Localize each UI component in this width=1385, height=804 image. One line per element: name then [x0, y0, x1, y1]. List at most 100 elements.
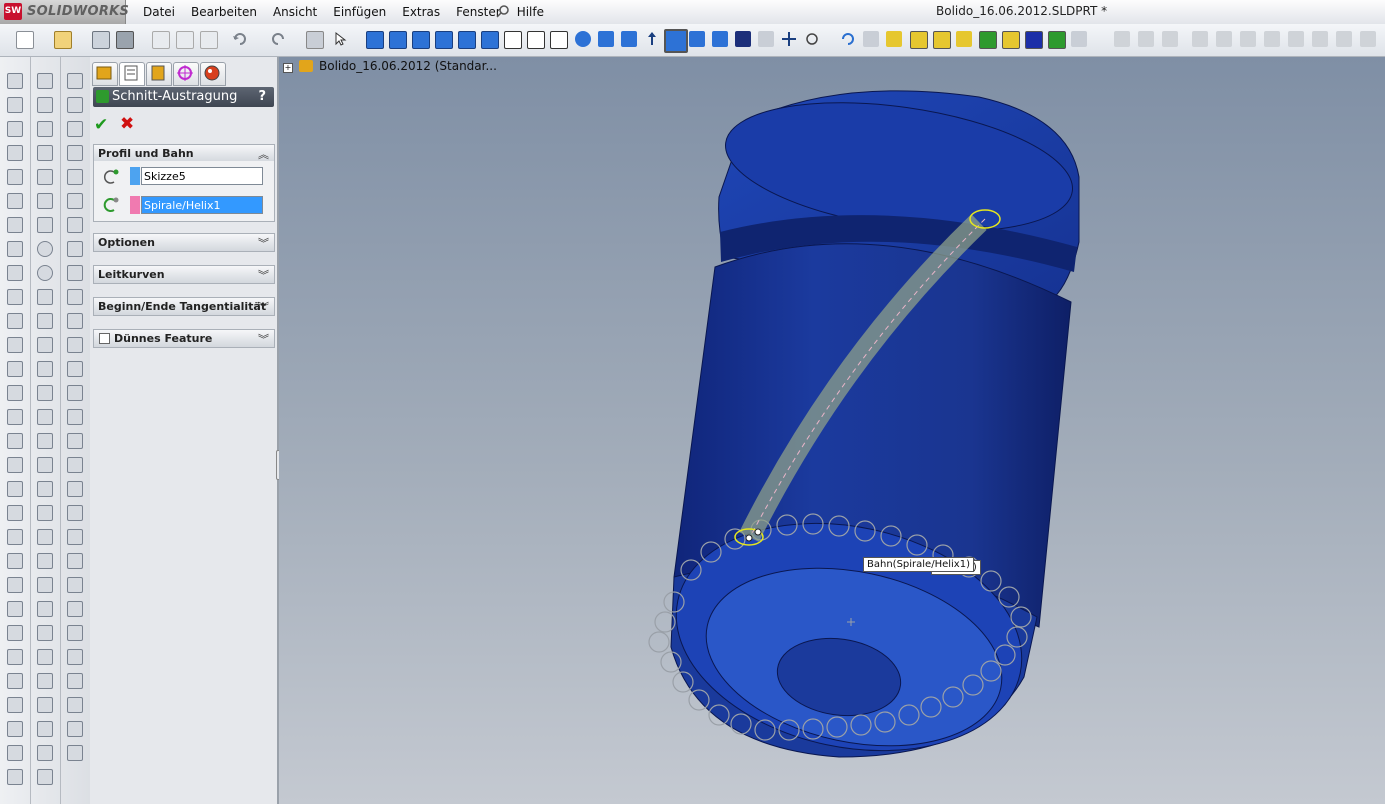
- pattern-icon[interactable]: [1360, 31, 1376, 47]
- feature-tool-icon[interactable]: [67, 337, 83, 353]
- redo-icon[interactable]: [270, 31, 286, 47]
- sketch-pattern-icon[interactable]: [37, 625, 53, 641]
- graphics-viewport[interactable]: + Bolido_16.06.2012 (Standar... Bahn(Spi…: [279, 57, 1385, 804]
- zoom-area-icon[interactable]: [735, 31, 751, 47]
- feature-tool-icon[interactable]: [67, 745, 83, 761]
- select-arrow-icon[interactable]: [332, 31, 348, 47]
- feature-tool-icon[interactable]: [67, 601, 83, 617]
- feature-tool-icon[interactable]: [7, 673, 23, 689]
- feature-tool-icon[interactable]: [67, 697, 83, 713]
- feature-tool-icon[interactable]: [67, 73, 83, 89]
- sketch-tool-icon[interactable]: [37, 745, 53, 761]
- model-render[interactable]: [279, 57, 1385, 804]
- feature-tool-icon[interactable]: [67, 241, 83, 257]
- sketch-tool-icon[interactable]: [37, 601, 53, 617]
- sketch-parallelogram-icon[interactable]: [37, 409, 53, 425]
- feature-tool-icon[interactable]: [7, 169, 23, 185]
- view-lights-icon[interactable]: [1048, 31, 1066, 49]
- feature-tool-icon[interactable]: [7, 577, 23, 593]
- feature-tool-icon[interactable]: [7, 625, 23, 641]
- print-icon[interactable]: [116, 31, 134, 49]
- sketch-arc-icon[interactable]: [37, 289, 53, 305]
- sketch-tool-icon[interactable]: [37, 169, 53, 185]
- pin-menu-icon[interactable]: [496, 4, 510, 18]
- path-selection-field[interactable]: Spirale/Helix1: [141, 196, 263, 214]
- menu-bearbeiten[interactable]: Bearbeiten: [183, 5, 265, 19]
- view-front-icon[interactable]: [366, 31, 384, 49]
- expand-down-icon[interactable]: ︾: [258, 299, 269, 315]
- smart-dimension-icon[interactable]: [886, 31, 902, 47]
- display-shaded-edges-icon[interactable]: [598, 31, 614, 47]
- feature-tool-icon[interactable]: [7, 433, 23, 449]
- view-planes-icon[interactable]: [933, 31, 951, 49]
- thin-feature-checkbox[interactable]: [99, 333, 110, 344]
- sketch-pattern-icon[interactable]: [37, 649, 53, 665]
- feature-tool-icon[interactable]: [7, 241, 23, 257]
- display-shaded-icon[interactable]: [575, 31, 591, 47]
- view-back-icon[interactable]: [389, 31, 407, 49]
- sketch-tool-icon[interactable]: [37, 769, 53, 785]
- expand-down-icon[interactable]: ︾: [258, 267, 269, 283]
- view-axes-icon[interactable]: [910, 31, 928, 49]
- tab-property-manager[interactable]: [119, 62, 145, 86]
- sketch-tool-icon[interactable]: [37, 121, 53, 137]
- dome-icon[interactable]: [1312, 31, 1328, 47]
- sketch-tool-icon[interactable]: [37, 721, 53, 737]
- sketch-spline-icon[interactable]: [37, 337, 53, 353]
- undo-icon[interactable]: [232, 31, 248, 47]
- revolve-icon[interactable]: [1138, 31, 1154, 47]
- view-bottom-icon[interactable]: [481, 31, 499, 49]
- feature-tool-icon[interactable]: [67, 529, 83, 545]
- normal-to-icon[interactable]: [644, 31, 660, 47]
- feature-tool-icon[interactable]: [67, 625, 83, 641]
- sweep-icon[interactable]: [1162, 31, 1178, 47]
- chamfer-icon[interactable]: [1216, 31, 1232, 47]
- feature-tool-icon[interactable]: [67, 97, 83, 113]
- group-tangentialitaet[interactable]: Beginn/Ende Tangentialität ︾: [93, 297, 275, 316]
- feature-tool-icon[interactable]: [7, 337, 23, 353]
- group-duennes-feature[interactable]: Dünnes Feature ︾: [93, 329, 275, 348]
- cancel-button[interactable]: ✖: [120, 114, 134, 134]
- zoom-fit-icon[interactable]: [712, 31, 728, 47]
- mirror-icon[interactable]: [1336, 31, 1352, 47]
- view-curves-icon[interactable]: [979, 31, 997, 49]
- view-sketches-icon[interactable]: [1002, 31, 1020, 49]
- sketch-arc-icon[interactable]: [37, 313, 53, 329]
- feature-tool-icon[interactable]: [67, 553, 83, 569]
- feature-tool-icon[interactable]: [7, 649, 23, 665]
- solidworks-logo[interactable]: SW SOLIDWORKS: [0, 0, 129, 24]
- feature-tool-icon[interactable]: [67, 169, 83, 185]
- sketch-tool-icon[interactable]: [37, 673, 53, 689]
- feature-tool-icon[interactable]: [7, 217, 23, 233]
- ok-button[interactable]: ✔: [94, 115, 108, 135]
- sketch-circle-icon[interactable]: [37, 241, 53, 257]
- feature-tool-icon[interactable]: [67, 433, 83, 449]
- feature-tool-icon[interactable]: [7, 289, 23, 305]
- open-icon[interactable]: [54, 31, 72, 49]
- sketch-slot-icon[interactable]: [37, 433, 53, 449]
- tab-feature-manager[interactable]: [92, 62, 118, 86]
- rebuild-traffic-icon[interactable]: [306, 31, 324, 49]
- feature-tool-icon[interactable]: [7, 745, 23, 761]
- menu-hilfe[interactable]: Hilfe: [509, 5, 552, 19]
- feature-tool-icon[interactable]: [67, 289, 83, 305]
- view-origins-icon[interactable]: [956, 31, 972, 47]
- feature-tool-icon[interactable]: [7, 121, 23, 137]
- feature-tool-icon[interactable]: [7, 145, 23, 161]
- view-orientation-active-icon[interactable]: [664, 29, 688, 53]
- feature-tool-icon[interactable]: [67, 481, 83, 497]
- feature-tool-icon[interactable]: [67, 265, 83, 281]
- fillet-icon[interactable]: [1192, 31, 1208, 47]
- sketch-tool-icon[interactable]: [37, 577, 53, 593]
- feature-tool-icon[interactable]: [67, 121, 83, 137]
- new-document-icon[interactable]: [16, 31, 34, 49]
- refresh-icon[interactable]: [840, 31, 856, 47]
- group-optionen[interactable]: Optionen ︾: [93, 233, 275, 252]
- shell-icon[interactable]: [1240, 31, 1256, 47]
- sketch-line-icon[interactable]: [37, 145, 53, 161]
- feature-tool-icon[interactable]: [7, 697, 23, 713]
- menu-ansicht[interactable]: Ansicht: [265, 5, 325, 19]
- rib-icon[interactable]: [1264, 31, 1280, 47]
- feature-tool-icon[interactable]: [7, 313, 23, 329]
- feature-tool-icon[interactable]: [67, 361, 83, 377]
